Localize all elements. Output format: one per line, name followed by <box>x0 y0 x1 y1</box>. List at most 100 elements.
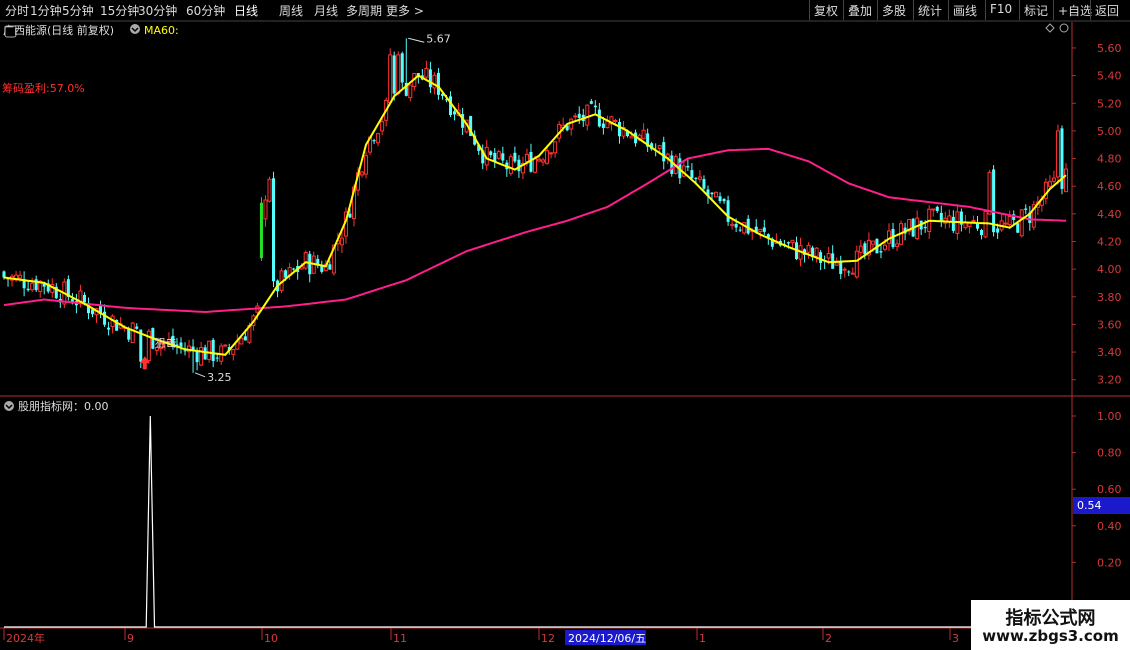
candle-body-down <box>179 342 183 347</box>
candle-body-up <box>396 54 401 95</box>
candle-body-down <box>453 111 457 115</box>
candle-body-up <box>508 156 513 174</box>
candle-body-up <box>553 141 558 154</box>
candle-body-down <box>839 262 843 274</box>
high-label: 5.67 <box>426 32 451 45</box>
time-label: 3 <box>952 632 959 645</box>
candle-body-up <box>850 272 855 275</box>
candle-body-down <box>686 165 690 168</box>
candle-body-up <box>870 240 875 245</box>
sub-tick-label: 0.80 <box>1097 447 1122 460</box>
indicator-menu-icon[interactable] <box>130 24 140 34</box>
time-label: 1 <box>699 632 706 645</box>
candle-body-up <box>629 135 634 139</box>
candle-body-up <box>239 337 244 345</box>
price-tick-label: 5.00 <box>1097 125 1122 138</box>
candle-body-up <box>223 344 228 347</box>
candle-body-down <box>489 151 493 156</box>
candle-body-up <box>854 250 859 278</box>
candle-body-down <box>195 351 199 363</box>
candle-body-up <box>537 158 542 162</box>
candle-body-up <box>573 115 578 118</box>
cursor-value: 0.54 <box>1077 499 1102 512</box>
candle-body-up <box>1055 130 1060 178</box>
settings-circle-icon[interactable] <box>1059 23 1069 33</box>
candle-body-up <box>826 252 831 259</box>
candle-body-up <box>569 118 574 130</box>
time-label: 9 <box>127 632 134 645</box>
candle-body-down <box>670 155 674 174</box>
ma-short-line <box>3 74 1067 356</box>
diamond-icon[interactable] <box>1045 23 1055 33</box>
candle-body-down <box>501 153 505 161</box>
candle-body-down <box>710 192 714 195</box>
candle-body-up <box>339 237 344 246</box>
candle-body-up <box>496 151 501 159</box>
candle-body-down <box>589 101 593 104</box>
candle-body-down <box>135 326 139 329</box>
candle-body-down <box>847 271 851 273</box>
candle-body-up <box>657 145 662 149</box>
time-label: 10 <box>264 632 278 645</box>
candle-body-up <box>790 239 795 244</box>
candle-body-down <box>328 264 332 270</box>
candle-body-up <box>545 150 550 164</box>
candle-body-up <box>641 129 646 140</box>
candle-body-up <box>730 223 735 227</box>
candle-body-down <box>392 55 396 94</box>
candle-body-down <box>734 223 738 228</box>
candle-body-up <box>971 219 976 222</box>
candle-body-down <box>211 339 215 362</box>
candle-body-down <box>923 226 927 229</box>
candle-body-up <box>360 171 365 176</box>
candle-body-down <box>513 152 517 162</box>
candle-body-up <box>842 268 847 271</box>
candle-body-down <box>726 200 730 222</box>
candle-body-down <box>107 327 111 330</box>
high-marker <box>408 37 425 43</box>
time-label: 2024年 <box>6 631 45 645</box>
candle-body-down <box>617 122 621 137</box>
candle-body-up <box>834 262 839 266</box>
candle-body-down <box>243 336 247 341</box>
price-tick-label: 5.20 <box>1097 97 1122 110</box>
candles <box>2 38 1069 373</box>
candle-body-up <box>1007 216 1012 226</box>
candle-body-up <box>806 244 811 253</box>
candle-body-down <box>284 270 288 278</box>
candle-body-up <box>987 171 992 215</box>
candle-body-down <box>879 251 883 253</box>
candle-body-up <box>605 120 610 129</box>
candle-body-down <box>935 206 939 211</box>
sub-tick-label: 1.00 <box>1097 410 1122 423</box>
candle-body-up <box>895 243 900 247</box>
price-tick-label: 4.20 <box>1097 235 1122 248</box>
sub-tick-label: 0.60 <box>1097 483 1122 496</box>
candle-body-up <box>714 191 719 198</box>
price-tick-label: 3.20 <box>1097 374 1122 387</box>
watermark-url: www.zbgs3.com <box>982 627 1119 645</box>
candle-body-down <box>980 229 984 236</box>
candle-body-up <box>532 158 538 173</box>
candle-body-down <box>272 178 276 282</box>
candle-body-up <box>915 217 920 240</box>
candle-body-down <box>819 252 823 263</box>
candle-body-down <box>601 123 605 128</box>
signal-spike-line <box>4 415 1066 628</box>
candle-body-up <box>1047 181 1052 187</box>
candle-body-down <box>738 229 742 231</box>
candle-body-down <box>372 140 376 142</box>
candle-body-down <box>863 243 867 255</box>
candle-body-down <box>436 72 440 95</box>
candle-body-down <box>215 357 219 359</box>
low-marker <box>194 372 206 378</box>
candle-body-up <box>541 159 546 163</box>
sub-indicator-menu-icon[interactable] <box>4 401 14 411</box>
candle-body-up <box>1051 177 1056 182</box>
candle-body-up <box>882 244 887 250</box>
ma-label: MA60: <box>144 24 179 37</box>
candle-body-up <box>231 349 236 355</box>
candle-body-down <box>593 105 597 108</box>
sub-indicator-title: 股朋指标网：0.00 <box>18 399 109 413</box>
candle-body-up <box>380 121 385 132</box>
